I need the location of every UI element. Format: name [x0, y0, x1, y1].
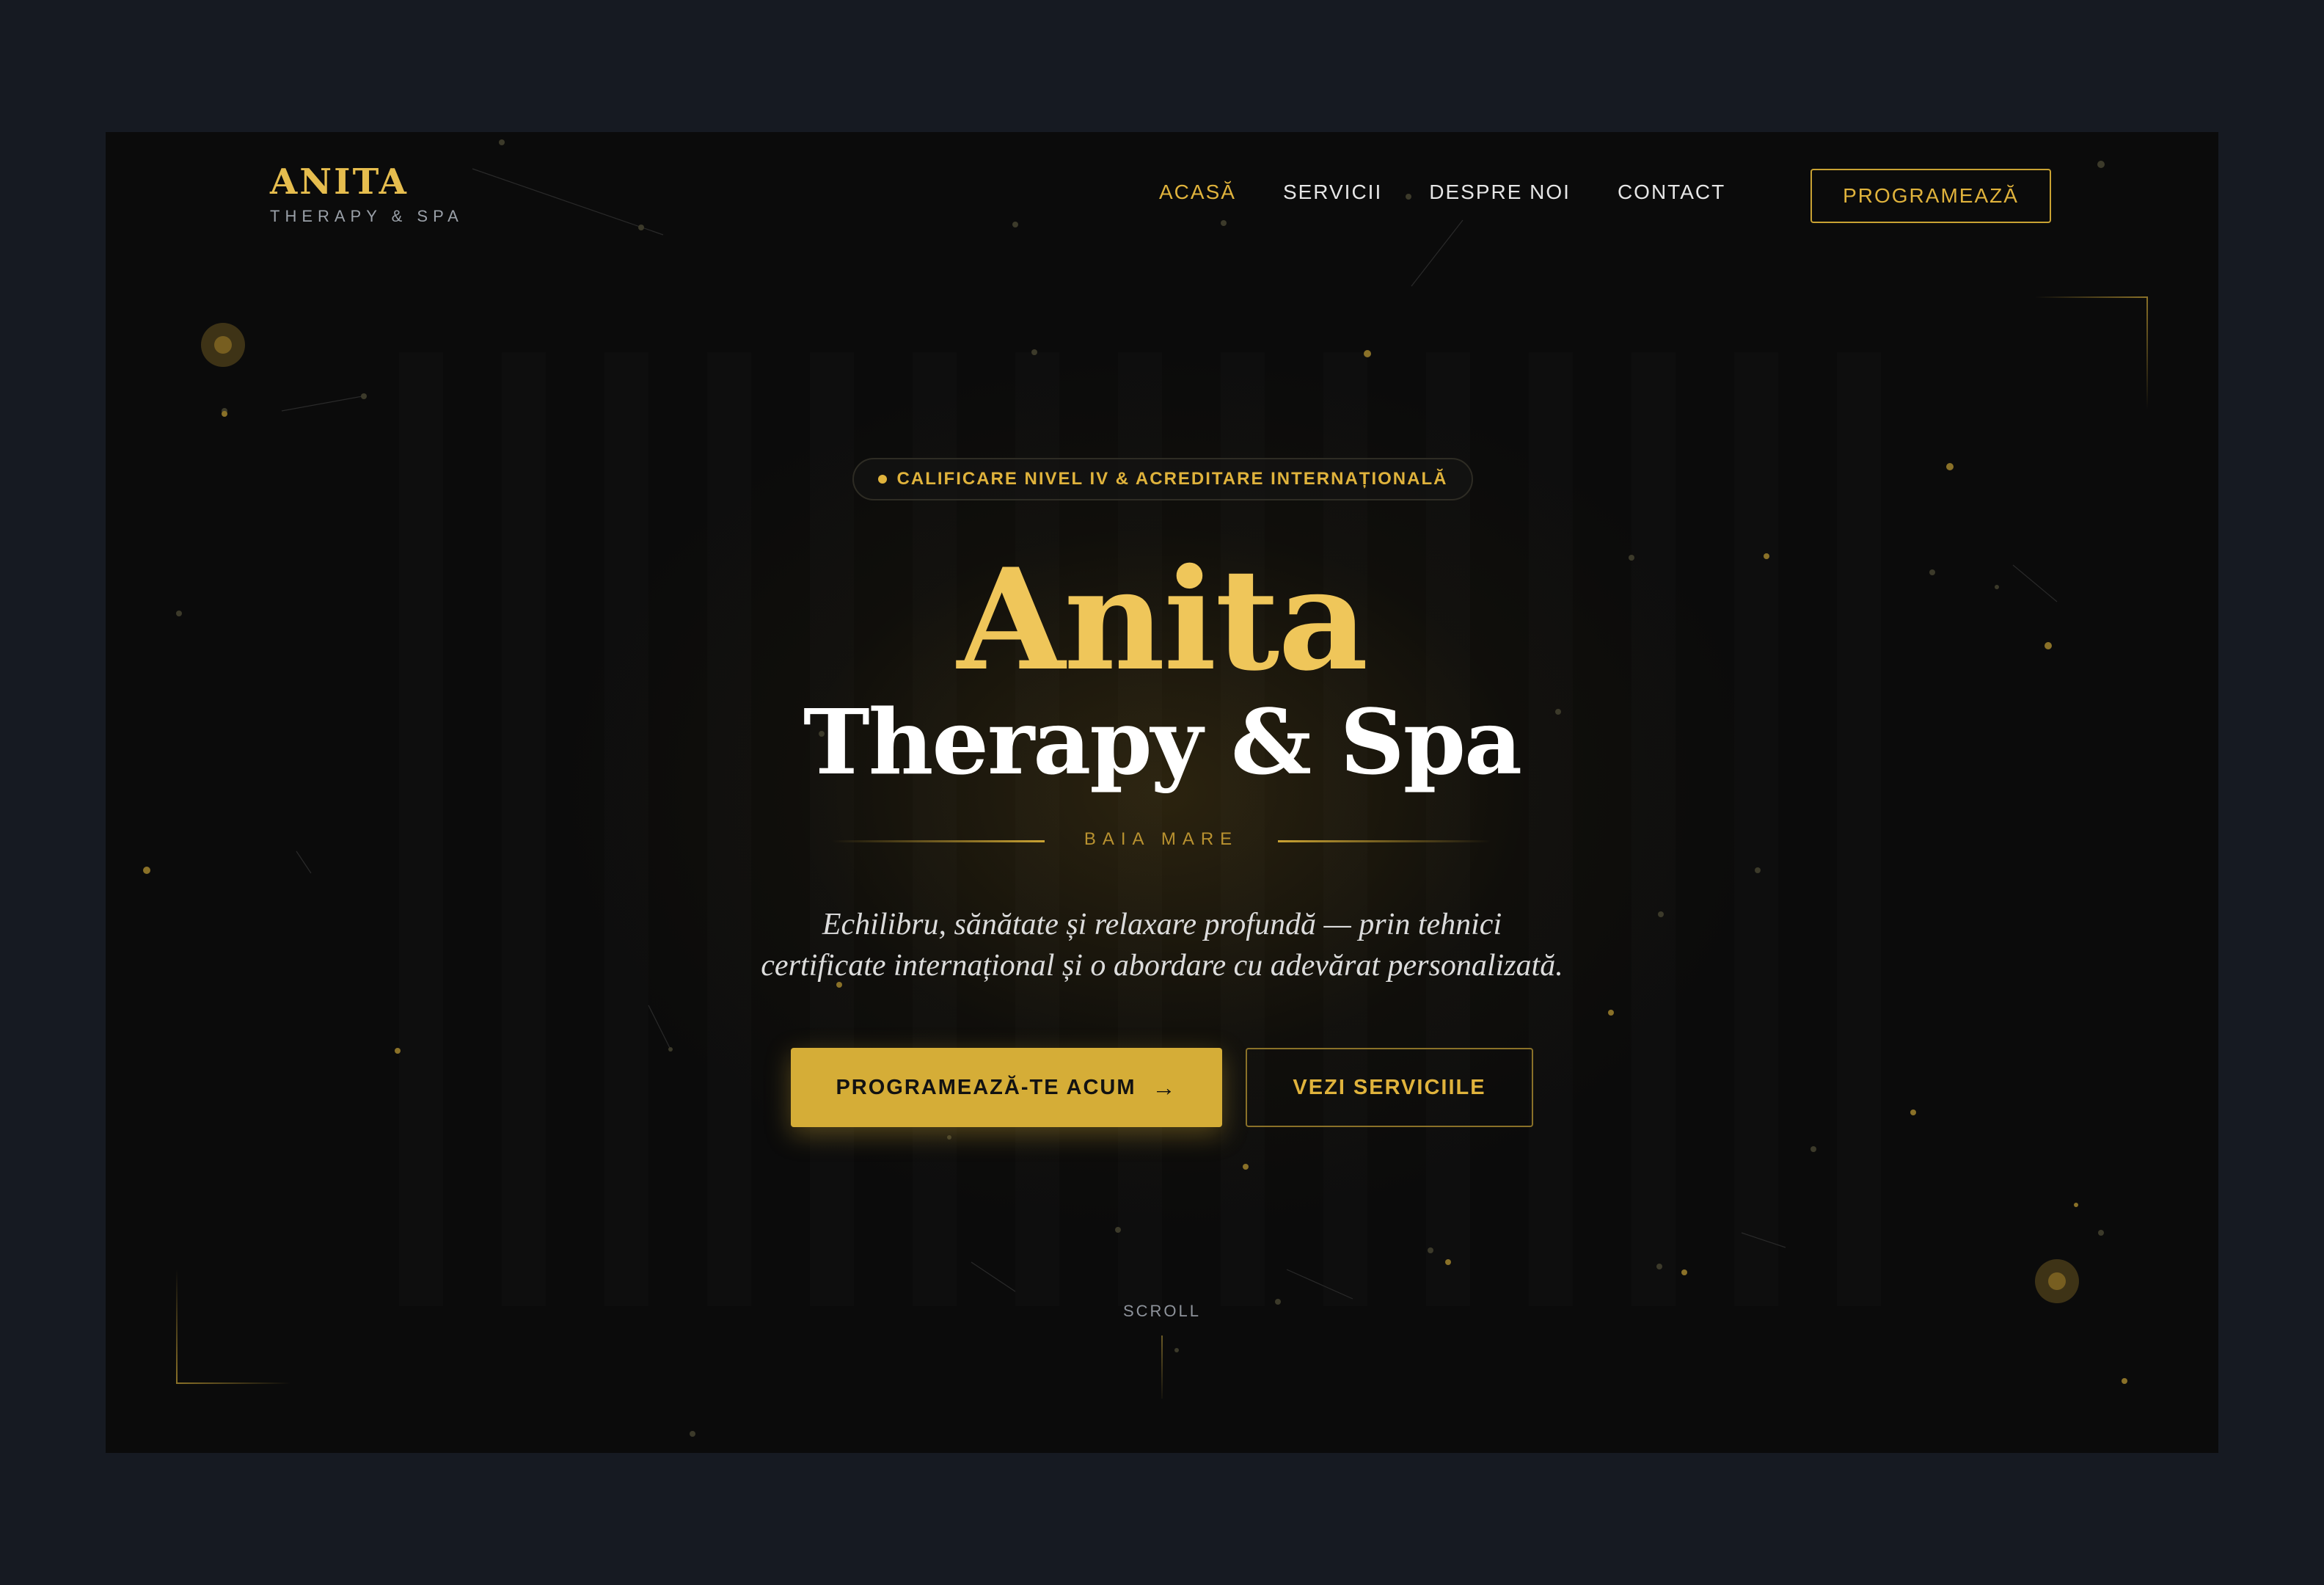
arrow-right-icon: →: [1152, 1074, 1177, 1101]
scroll-indicator-label[interactable]: SCROLL: [1089, 1302, 1235, 1321]
logo-title: ANITA: [270, 161, 409, 203]
divider-left: [832, 840, 1045, 842]
hero-title: Anita: [957, 538, 1369, 702]
nav-item-acasa[interactable]: ACASĂ: [1159, 181, 1236, 204]
nav-item-contact[interactable]: CONTACT: [1618, 181, 1725, 204]
nav-item-despre-noi[interactable]: DESPRE NOI: [1429, 181, 1571, 204]
corner-ornament-bottom-left-vertical: [176, 1269, 178, 1384]
corner-ornament-bottom-left: [176, 1382, 290, 1384]
corner-ornament-top-right-vertical: [2146, 296, 2148, 409]
header-book-button[interactable]: PROGRAMEAZĂ: [1810, 169, 2051, 223]
book-now-button[interactable]: PROGRAMEAZĂ-TE ACUM →: [791, 1048, 1222, 1127]
location-label: BAIA MARE: [1084, 829, 1239, 849]
logo[interactable]: ANITA THERAPY & SPA: [270, 164, 464, 226]
badge-text: CALIFICARE NIVEL IV & ACREDITARE INTERNA…: [896, 469, 1448, 489]
scroll-indicator-line: [1161, 1336, 1163, 1399]
book-now-label: PROGRAMEAZĂ-TE ACUM: [836, 1075, 1136, 1099]
hero-tagline: Echilibru, sănătate și relaxare profundă…: [761, 908, 1563, 983]
view-services-button[interactable]: VEZI SERVICIILE: [1246, 1048, 1533, 1127]
nav-item-servicii[interactable]: SERVICII: [1283, 181, 1382, 204]
divider-right: [1278, 840, 1491, 842]
logo-subtitle: THERAPY & SPA: [270, 207, 464, 225]
corner-ornament-top-right: [2035, 296, 2148, 298]
hero-section: ANITA THERAPY & SPA ACASĂ SERVICII DESPR…: [106, 132, 2218, 1453]
badge-dot-icon: [877, 475, 887, 484]
main-nav: ACASĂ SERVICII DESPRE NOI CONTACT: [1159, 181, 1772, 204]
hero-subtitle: Therapy & Spa: [803, 689, 1522, 795]
accreditation-badge: CALIFICARE NIVEL IV & ACREDITARE INTERNA…: [852, 458, 1473, 500]
